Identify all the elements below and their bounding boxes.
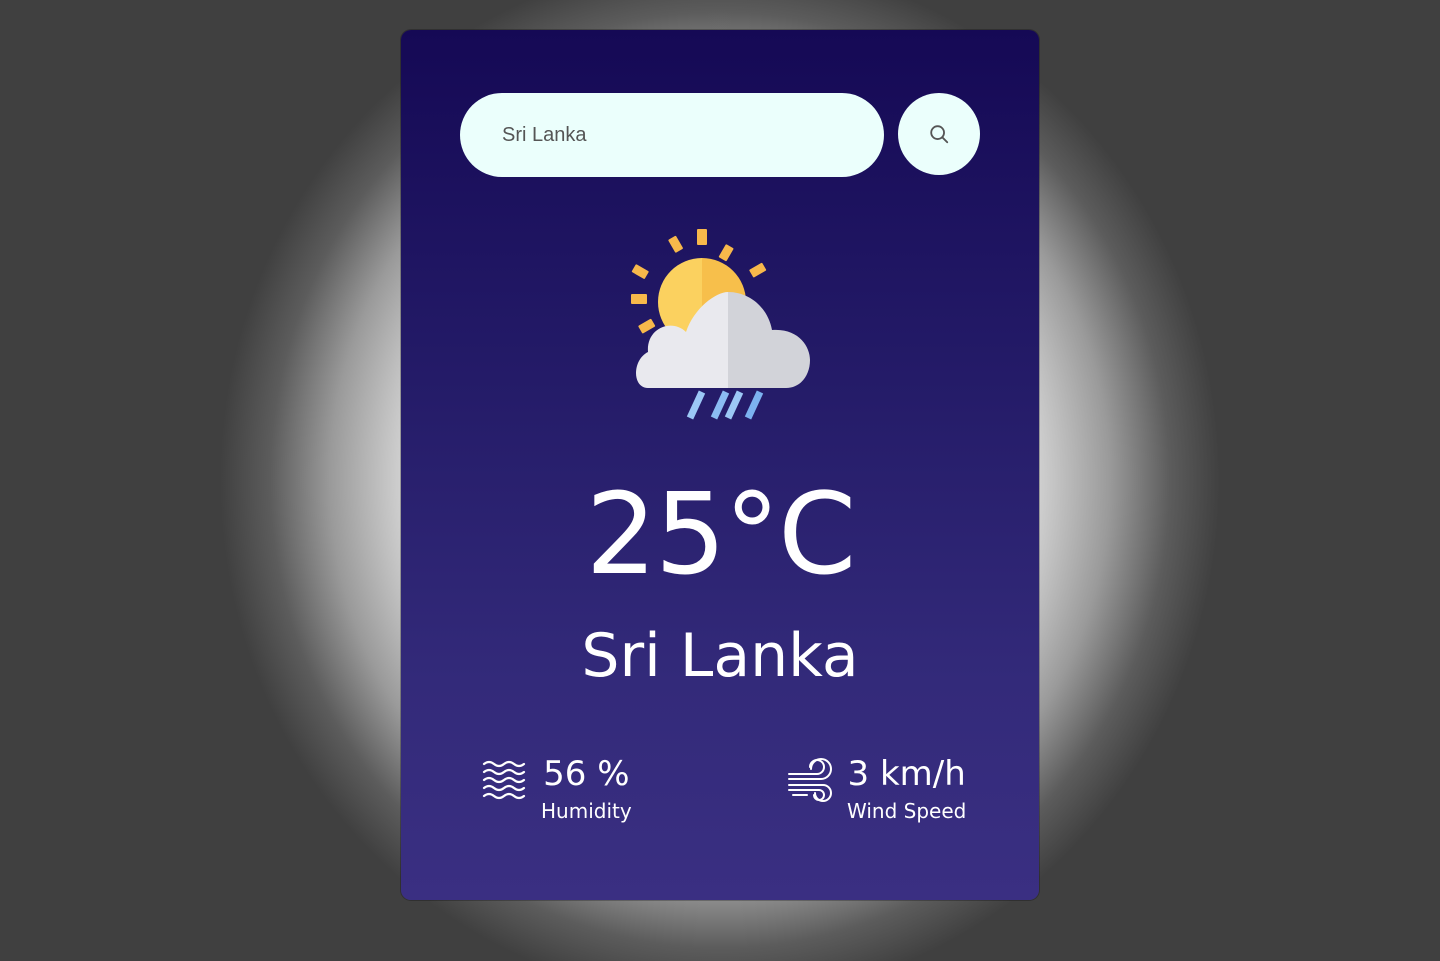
wind-value: 3 km/h (847, 754, 966, 794)
weather-card: 25°C Sri Lanka 56 % Humidity (401, 30, 1039, 900)
wind-icon (787, 758, 835, 806)
humidity-detail: 56 % Humidity (481, 754, 632, 826)
city-name: Sri Lanka (581, 621, 859, 691)
search-icon (928, 123, 950, 145)
wind-detail: 3 km/h Wind Speed (787, 754, 966, 826)
wind-label: Wind Speed (847, 799, 967, 823)
partly-cloudy-rain-icon (628, 228, 813, 420)
temperature: 25°C (585, 470, 857, 600)
search-button[interactable] (898, 93, 980, 175)
search-input[interactable] (460, 93, 884, 177)
humidity-waves-icon (481, 758, 529, 806)
humidity-value: 56 % (543, 754, 630, 794)
humidity-label: Humidity (541, 799, 632, 823)
